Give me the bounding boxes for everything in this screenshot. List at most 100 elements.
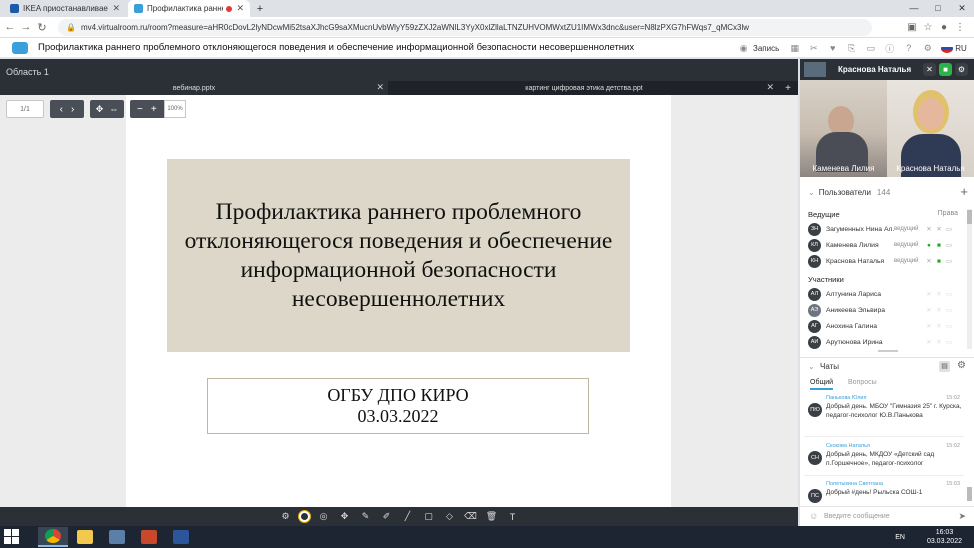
marker-icon[interactable]: ✐ (379, 511, 394, 522)
mic-off-icon[interactable]: ✕ (924, 338, 934, 346)
list-item[interactable]: КЛ Каменева Лилия ведущий ● ■ ▭ (808, 237, 960, 253)
menu-dots-icon[interactable]: ⋮ (952, 22, 968, 33)
doc-tab-karting[interactable]: картинг цифровая этика детства.ppt ✕ (390, 81, 778, 95)
gear-icon[interactable]: ⚙ (955, 63, 968, 76)
russian-flag-icon[interactable] (941, 43, 954, 53)
screen-icon[interactable]: ▭ (944, 241, 954, 249)
close-icon[interactable]: ✕ (766, 82, 774, 93)
maximize-button[interactable]: □ (926, 0, 950, 17)
line-icon[interactable]: ╱ (400, 511, 415, 522)
eraser-icon[interactable]: ⌫ (463, 511, 478, 522)
url-field[interactable]: 🔒 mv4.virtualroom.ru/room?measure=aHR0cD… (58, 19, 872, 36)
screen-icon[interactable]: ▭ (861, 43, 880, 54)
mic-off-icon[interactable]: ✕ (924, 225, 934, 233)
forward-icon[interactable]: → (18, 21, 34, 33)
camera-on-icon[interactable]: ■ (939, 63, 952, 76)
taskbar-app[interactable] (102, 527, 132, 547)
cam-off-icon[interactable]: ✕ (934, 322, 944, 330)
rectangle-icon[interactable]: ▢ (421, 511, 436, 522)
camera-icon[interactable]: ▣ (904, 22, 920, 33)
chat-export-icon[interactable]: ▤ (939, 361, 950, 372)
message-input[interactable]: ☺ Введите сообщение ➤ (800, 506, 974, 526)
windows-start-icon[interactable] (4, 529, 20, 545)
text-icon[interactable]: T (505, 512, 520, 522)
doc-tab-webinar[interactable]: вебинар.pptx ✕ (0, 81, 388, 95)
tool-icon[interactable]: ✂ (804, 43, 823, 54)
close-icon[interactable]: ✕ (236, 3, 244, 14)
cam-on-icon[interactable]: ■ (934, 242, 944, 249)
screen-icon[interactable]: ▭ (944, 306, 954, 314)
list-item[interactable]: АИ Арутюнова Ирина ✕ ✕ ▭ (808, 334, 960, 350)
tab-general[interactable]: Общий (810, 379, 834, 390)
record-icon[interactable]: ◉ (734, 43, 753, 54)
zoom-in-icon[interactable]: + (151, 104, 157, 115)
list-item[interactable]: ЗН Загуменных Нина Ал... ведущий ✕ ✕ ▭ (808, 221, 960, 237)
browser-tab-ikea[interactable]: IKEA приостанавливает деятельн... ✕ (4, 0, 126, 17)
new-tab-button[interactable]: + (252, 0, 268, 17)
color-picker-icon[interactable] (299, 511, 310, 522)
screen-icon[interactable]: ▭ (944, 322, 954, 330)
emoji-icon[interactable]: ☺ (809, 511, 818, 521)
close-icon[interactable]: ✕ (376, 82, 384, 93)
add-document-icon[interactable]: + (780, 81, 796, 95)
screen-icon[interactable]: ▭ (944, 338, 954, 346)
profile-icon[interactable]: ● (936, 22, 952, 33)
heart-icon[interactable]: ♥ (823, 43, 842, 53)
taskbar-explorer[interactable] (70, 527, 100, 547)
cam-off-icon[interactable]: ✕ (934, 338, 944, 346)
shape-icon[interactable]: ◇ (442, 511, 457, 522)
help-icon[interactable]: ? (899, 43, 918, 53)
taskbar-word[interactable] (166, 527, 196, 547)
input-language[interactable]: EN (895, 534, 905, 541)
link-icon[interactable]: ⎘ (842, 43, 861, 54)
mic-off-icon[interactable]: ✕ (924, 306, 934, 314)
pencil-icon[interactable]: ✎ (358, 511, 373, 522)
cam-off-icon[interactable]: ✕ (934, 225, 944, 233)
pointer-icon[interactable]: ◎ (316, 511, 331, 522)
settings-icon[interactable]: ⚙ (918, 43, 937, 54)
list-item[interactable]: АЭ Аникеева Эльвира ✕ ✕ ▭ (808, 302, 960, 318)
list-item[interactable]: АГ Анохина Галина ✕ ✕ ▭ (808, 318, 960, 334)
scrollbar-thumb[interactable] (967, 210, 972, 224)
chats-header[interactable]: ⌄ Чаты ▤ ⚙ (800, 357, 974, 375)
video-tile-kameneva[interactable]: Каменева Лилия (800, 80, 887, 177)
list-item[interactable]: АЛ Алтунина Лариса ✕ ✕ ▭ (808, 286, 960, 302)
taskbar-chrome[interactable] (38, 527, 68, 547)
grid-icon[interactable]: ▦ (785, 43, 804, 54)
screen-icon[interactable]: ▭ (944, 290, 954, 298)
language-selector[interactable]: RU (955, 44, 967, 53)
zoom-out-icon[interactable]: − (137, 104, 143, 115)
move-icon[interactable]: ✥ (337, 511, 352, 522)
add-user-icon[interactable]: + (960, 184, 968, 199)
video-tile-krasnova[interactable]: Краснова Наталья (887, 80, 974, 177)
chat-scrollbar[interactable] (967, 487, 972, 501)
mic-off-icon[interactable]: ✕ (924, 290, 934, 298)
close-icon[interactable]: ✕ (112, 3, 120, 14)
mic-on-icon[interactable]: ● (924, 242, 934, 249)
close-window-button[interactable]: ✕ (950, 0, 974, 17)
users-scrollbar[interactable] (967, 209, 972, 349)
minimize-button[interactable]: — (902, 0, 926, 17)
bookmark-star-icon[interactable]: ☆ (920, 22, 936, 33)
reload-icon[interactable]: ↻ (34, 21, 50, 34)
fit-page-icon[interactable]: ✥ (96, 104, 104, 115)
cam-off-icon[interactable]: ✕ (934, 290, 944, 298)
gear-icon[interactable]: ⚙ (957, 360, 966, 371)
chevron-left-icon[interactable]: ‹ (60, 104, 63, 115)
cam-off-icon[interactable]: ✕ (934, 306, 944, 314)
resize-handle[interactable] (878, 350, 898, 352)
fit-width-icon[interactable]: ⇔ (109, 104, 118, 114)
chevron-right-icon[interactable]: › (71, 104, 74, 115)
screen-icon[interactable]: ▭ (944, 225, 954, 233)
mic-off-icon[interactable]: ✕ (924, 322, 934, 330)
clock[interactable]: 16:03 03.03.2022 (927, 528, 962, 546)
tab-questions[interactable]: Вопросы (848, 379, 877, 386)
taskbar-powerpoint[interactable] (134, 527, 164, 547)
browser-tab-room[interactable]: Профилактика раннего про ✕ (128, 0, 250, 17)
trash-icon[interactable]: 🗑 (484, 511, 499, 522)
info-icon[interactable]: ⓘ (880, 42, 899, 55)
back-icon[interactable]: ← (2, 21, 18, 33)
settings-icon[interactable]: ⚙ (278, 511, 293, 522)
zoom-level[interactable]: 100% (164, 100, 186, 118)
cam-on-icon[interactable]: ■ (934, 258, 944, 265)
